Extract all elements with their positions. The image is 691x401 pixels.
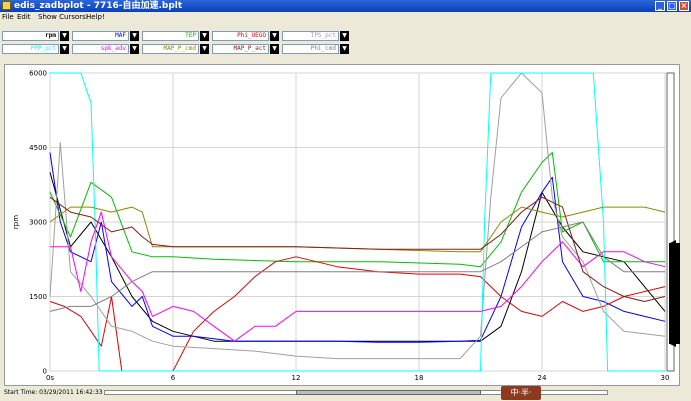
x-tick-label: 24 <box>538 374 547 382</box>
x-tick-label: 6 <box>171 374 176 382</box>
x-tick-label: 18 <box>415 374 424 382</box>
x-tick-label: 0s <box>46 374 54 382</box>
y-axis-label: rpm <box>12 215 20 229</box>
x-tick-label: 30 <box>661 374 670 382</box>
y-tick-label: 1500 <box>29 293 47 301</box>
y-tick-label: 0 <box>43 368 47 376</box>
start-time-label: Start Time: 03/29/2011 16:42:33 <box>4 389 103 396</box>
time-slider-thumb[interactable] <box>296 390 481 395</box>
ime-indicator[interactable]: 中·半· <box>501 386 541 400</box>
y-tick-label: 4500 <box>29 144 47 152</box>
line-chart: 0s 6 12 18 24 30 0 1500 3000 4500 6000 rpm <box>12 70 680 382</box>
x-tick-label: 12 <box>292 374 301 382</box>
y-zoom-scrollbar-thumb <box>669 243 680 344</box>
y-tick-label: 3000 <box>29 219 47 227</box>
y-tick-label: 6000 <box>29 70 47 78</box>
